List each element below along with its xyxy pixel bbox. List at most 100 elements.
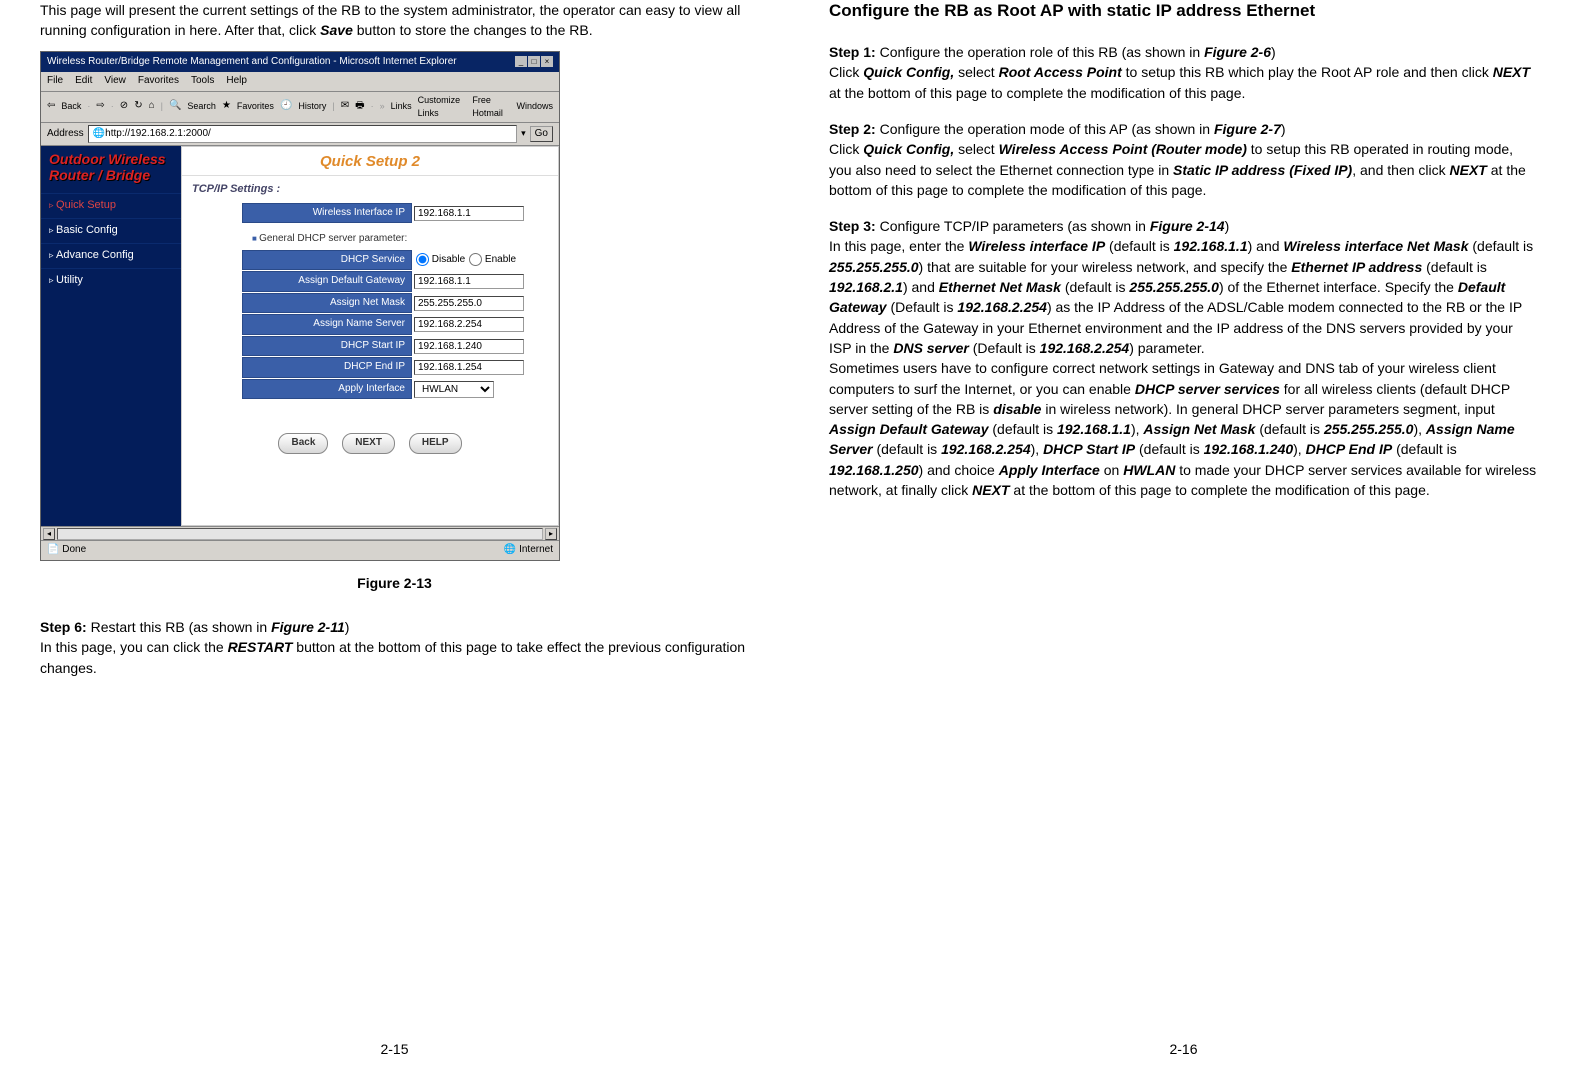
back-button[interactable]: Back	[278, 433, 328, 454]
label-wireless-ip: Wireless Interface IP	[242, 203, 412, 224]
main-panel: Quick Setup 2 TCP/IP Settings : Wireless…	[181, 146, 559, 526]
menu-help[interactable]: Help	[226, 74, 247, 89]
dhcp-section-header: General DHCP server parameter:	[182, 224, 558, 249]
row-assign-nameserver: Assign Name Server	[182, 314, 558, 335]
next-button[interactable]: NEXT	[342, 433, 395, 454]
link-windows[interactable]: Windows	[516, 100, 553, 113]
horizontal-scrollbar[interactable]: ◂ ▸	[41, 526, 559, 540]
dropdown-icon[interactable]: ▾	[521, 127, 526, 140]
close-button[interactable]: ×	[541, 56, 553, 67]
stop-icon[interactable]: ⊘	[120, 99, 128, 114]
label-assign-gateway: Assign Default Gateway	[242, 271, 412, 292]
window-controls: _□×	[514, 55, 553, 70]
input-assign-gateway[interactable]	[414, 274, 524, 289]
toolbar: ⇦Back · ⇨ · ⊘ ↻ ⌂ | 🔍Search ★Favorites 🕘…	[41, 92, 559, 123]
input-dhcp-start[interactable]	[414, 339, 524, 354]
right-heading: Configure the RB as Root AP with static …	[829, 0, 1538, 22]
page-left: This page will present the current setti…	[0, 0, 789, 1065]
label-apply-interface: Apply Interface	[242, 379, 412, 400]
status-zone: 🌐 Internet	[504, 543, 553, 558]
links-label: Links	[391, 100, 412, 113]
page-number-left: 2-15	[0, 1039, 789, 1059]
row-dhcp-end: DHCP End IP	[182, 357, 558, 378]
step6-body: In this page, you can click the RESTART …	[40, 637, 749, 678]
label-dhcp-start: DHCP Start IP	[242, 336, 412, 357]
panel-title: Quick Setup 2	[182, 147, 558, 176]
figure-caption: Figure 2-13	[40, 573, 749, 593]
refresh-icon[interactable]: ↻	[134, 99, 142, 114]
step2: Step 2: Configure the operation mode of …	[829, 119, 1538, 200]
link-customize[interactable]: Customize Links	[418, 94, 467, 120]
input-assign-nameserver[interactable]	[414, 317, 524, 332]
menu-file[interactable]: File	[47, 74, 63, 89]
mail-icon[interactable]: ✉	[341, 99, 349, 114]
scroll-left-icon[interactable]: ◂	[43, 528, 55, 540]
row-dhcp-service: DHCP Service Disable Enable	[182, 250, 558, 271]
home-icon[interactable]: ⌂	[149, 99, 155, 114]
favorites-label[interactable]: Favorites	[237, 100, 274, 113]
statusbar: 📄 Done 🌐 Internet	[41, 540, 559, 560]
step6-label: Step 6:	[40, 619, 87, 635]
link-hotmail[interactable]: Free Hotmail	[472, 94, 510, 120]
window-titlebar: Wireless Router/Bridge Remote Management…	[41, 52, 559, 73]
forward-icon[interactable]: ⇨	[96, 99, 104, 114]
address-bar: Address 🌐 http://192.168.2.1:2000/ ▾ Go	[41, 123, 559, 147]
radio-enable[interactable]	[469, 253, 482, 266]
page-icon: 📄	[47, 544, 62, 555]
go-button[interactable]: Go	[530, 126, 553, 143]
step6-heading: Step 6: Restart this RB (as shown in Fig…	[40, 617, 749, 637]
scroll-right-icon[interactable]: ▸	[545, 528, 557, 540]
menubar: File Edit View Favorites Tools Help	[41, 72, 559, 92]
menu-view[interactable]: View	[104, 74, 126, 89]
minimize-button[interactable]: _	[515, 56, 527, 67]
step3: Step 3: Configure TCP/IP parameters (as …	[829, 216, 1538, 500]
nav-utility[interactable]: Utility	[41, 268, 181, 293]
history-icon[interactable]: 🕘	[280, 99, 292, 114]
save-word: Save	[320, 22, 353, 38]
search-icon[interactable]: 🔍	[169, 99, 181, 114]
print-icon[interactable]: 🖶	[355, 99, 364, 114]
input-dhcp-end[interactable]	[414, 360, 524, 375]
embedded-screenshot: Wireless Router/Bridge Remote Management…	[40, 51, 560, 561]
page-right: Configure the RB as Root AP with static …	[789, 0, 1578, 1065]
input-wireless-ip[interactable]	[414, 206, 524, 221]
back-label[interactable]: Back	[61, 100, 81, 113]
history-label[interactable]: History	[298, 100, 326, 113]
menu-edit[interactable]: Edit	[75, 74, 92, 89]
tcpip-settings-label: TCP/IP Settings :	[182, 176, 558, 202]
intro-paragraph: This page will present the current setti…	[40, 0, 749, 41]
radio-enable-wrap: Enable	[465, 251, 516, 270]
radio-disable[interactable]	[416, 253, 429, 266]
maximize-button[interactable]: □	[528, 56, 540, 67]
row-wireless-ip: Wireless Interface IP	[182, 203, 558, 224]
search-label[interactable]: Search	[187, 100, 216, 113]
window-title: Wireless Router/Bridge Remote Management…	[47, 55, 457, 70]
step1: Step 1: Configure the operation role of …	[829, 42, 1538, 103]
address-input[interactable]: 🌐 http://192.168.2.1:2000/	[88, 125, 517, 144]
input-assign-netmask[interactable]	[414, 296, 524, 311]
page-number-right: 2-16	[789, 1039, 1578, 1059]
label-dhcp-end: DHCP End IP	[242, 357, 412, 378]
favorites-icon[interactable]: ★	[222, 99, 231, 114]
nav-quick-setup[interactable]: Quick Setup	[41, 193, 181, 218]
menu-favorites[interactable]: Favorites	[138, 74, 179, 89]
label-assign-nameserver: Assign Name Server	[242, 314, 412, 335]
select-apply-interface[interactable]: HWLAN	[414, 381, 494, 398]
row-assign-netmask: Assign Net Mask	[182, 293, 558, 314]
globe-icon: 🌐	[504, 544, 519, 555]
label-dhcp-service: DHCP Service	[242, 250, 412, 271]
sidebar: Outdoor Wireless Router / Bridge Quick S…	[41, 146, 181, 526]
scroll-track[interactable]	[57, 528, 543, 540]
nav-advance-config[interactable]: Advance Config	[41, 243, 181, 268]
button-row: Back NEXT HELP	[182, 400, 558, 460]
back-icon[interactable]: ⇦	[47, 99, 55, 114]
label-assign-netmask: Assign Net Mask	[242, 293, 412, 314]
brand-logo: Outdoor Wireless Router / Bridge	[41, 146, 181, 193]
globe-icon: 🌐	[93, 127, 105, 142]
row-dhcp-start: DHCP Start IP	[182, 336, 558, 357]
help-button[interactable]: HELP	[409, 433, 462, 454]
status-done: 📄 Done	[47, 543, 86, 558]
nav-basic-config[interactable]: Basic Config	[41, 218, 181, 243]
row-assign-gateway: Assign Default Gateway	[182, 271, 558, 292]
menu-tools[interactable]: Tools	[191, 74, 214, 89]
